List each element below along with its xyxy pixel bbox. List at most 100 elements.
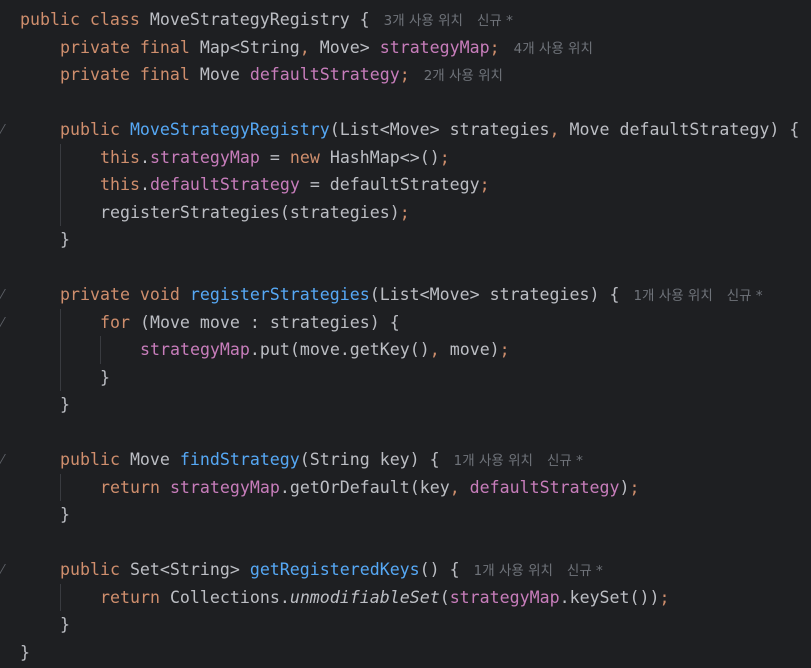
code-text: public class MoveStrategyRegistry { 3개 사용… xyxy=(20,6,513,35)
code-token: public xyxy=(60,120,130,139)
code-token: getRegisteredKeys xyxy=(249,560,420,579)
code-token: private void xyxy=(60,285,190,304)
code-line[interactable] xyxy=(0,419,811,446)
code-token: defaultStrategy xyxy=(149,175,300,194)
code-token: } xyxy=(20,642,30,662)
code-text: } xyxy=(100,364,110,391)
code-token: MoveStrategyRegistry { xyxy=(149,10,370,29)
new-author-hint[interactable]: 신규 * xyxy=(477,13,513,29)
code-line[interactable]: public Move findStrategy(String key) { 1개… xyxy=(0,446,811,473)
code-line[interactable]: public MoveStrategyRegistry(List<Move> s… xyxy=(0,116,811,143)
code-line[interactable]: return Collections.unmodifiableSet(strat… xyxy=(0,584,811,611)
code-token: ; xyxy=(399,202,410,222)
usages-hint[interactable]: 1개 사용 위치 신규 * xyxy=(633,288,762,304)
change-marker-icon xyxy=(0,289,11,299)
code-token: MoveStrategyRegistry xyxy=(129,120,330,139)
code-token: move) xyxy=(449,340,500,359)
usage-count-link[interactable]: 4개 사용 위치 xyxy=(514,41,593,57)
change-marker-icon xyxy=(0,124,11,134)
code-token: findStrategy xyxy=(179,450,300,469)
code-token: public xyxy=(60,560,130,579)
code-token: (Move move : strategies) { xyxy=(139,312,400,332)
code-text: this.defaultStrategy = defaultStrategy; xyxy=(100,171,490,198)
code-token: } xyxy=(60,505,70,524)
code-token: } xyxy=(100,367,110,387)
code-token: strategyMap xyxy=(449,587,560,607)
usages-hint[interactable]: 1개 사용 위치 신규 * xyxy=(474,563,603,579)
code-token: ; xyxy=(439,147,450,167)
change-marker-icon xyxy=(0,316,11,327)
code-editor[interactable]: public class MoveStrategyRegistry { 3개 사용… xyxy=(0,0,811,668)
code-token: this xyxy=(100,175,140,194)
code-line[interactable]: private void registerStrategies(List<Mov… xyxy=(0,281,811,308)
code-token: , xyxy=(429,340,450,359)
usage-count-link[interactable]: 1개 사용 위치 xyxy=(454,453,533,469)
usages-hint[interactable]: 2개 사용 위치 xyxy=(424,68,503,84)
code-token: .getOrDefault(key xyxy=(279,477,450,497)
code-token: = xyxy=(259,147,290,167)
code-line[interactable]: } xyxy=(0,364,811,391)
code-line[interactable] xyxy=(0,254,811,281)
code-line[interactable]: for (Move move : strategies) { xyxy=(0,309,811,336)
code-line[interactable]: this.defaultStrategy = defaultStrategy; xyxy=(0,171,811,198)
code-token: .put(move.getKey() xyxy=(249,340,430,359)
code-token: (String key) { xyxy=(299,450,440,469)
code-token: } xyxy=(60,230,70,249)
code-token: public xyxy=(60,450,130,469)
code-token: Move xyxy=(129,450,180,469)
code-text: return strategyMap.getOrDefault(key, def… xyxy=(100,474,640,501)
code-token: ; xyxy=(399,65,410,84)
code-token: (List<Move> strategies xyxy=(329,120,550,139)
code-token: Move> xyxy=(319,37,380,57)
code-token: for xyxy=(100,312,140,332)
code-line[interactable]: registerStrategies(strategies); xyxy=(0,199,811,226)
new-author-hint[interactable]: 신규 * xyxy=(727,288,763,304)
code-line[interactable]: strategyMap.put(move.getKey(), move); xyxy=(0,336,811,363)
code-line[interactable]: } xyxy=(0,391,811,418)
code-token: ; xyxy=(479,175,490,194)
code-text: return Collections.unmodifiableSet(strat… xyxy=(100,584,670,611)
code-token: Move xyxy=(199,65,250,84)
code-token: Collections. xyxy=(169,587,290,607)
code-text: public MoveStrategyRegistry(List<Move> s… xyxy=(60,116,799,143)
code-token: . xyxy=(139,147,150,167)
code-token: registerStrategies xyxy=(189,285,370,304)
usage-count-link[interactable]: 2개 사용 위치 xyxy=(424,68,503,84)
code-line[interactable]: public class MoveStrategyRegistry { 3개 사용… xyxy=(0,6,811,33)
code-token: , xyxy=(549,120,570,139)
usages-hint[interactable]: 4개 사용 위치 xyxy=(514,41,593,57)
code-line[interactable]: } xyxy=(0,501,811,528)
code-line[interactable]: } xyxy=(0,611,811,638)
code-token: this xyxy=(100,147,140,167)
code-line[interactable]: } xyxy=(0,226,811,253)
usage-count-link[interactable]: 1개 사용 위치 xyxy=(633,288,712,304)
code-line[interactable]: public Set<String> getRegisteredKeys() {… xyxy=(0,556,811,583)
code-token: . xyxy=(139,175,150,194)
code-line[interactable]: private final Move defaultStrategy; 2개 사용… xyxy=(0,61,811,88)
code-token: Move defaultStrategy) { xyxy=(569,120,800,139)
code-token: registerStrategies(strategies) xyxy=(100,202,400,222)
code-token: Set<String> xyxy=(129,560,250,579)
code-line[interactable]: private final Map<String, Move> strategy… xyxy=(0,34,811,61)
code-text: } xyxy=(60,611,70,638)
code-line[interactable]: } xyxy=(0,639,811,666)
usage-count-link[interactable]: 3개 사용 위치 xyxy=(384,13,463,29)
code-text: private void registerStrategies(List<Mov… xyxy=(60,281,763,310)
code-text: public Move findStrategy(String key) { 1개… xyxy=(60,446,583,475)
usage-count-link[interactable]: 1개 사용 위치 xyxy=(474,563,553,579)
code-token: public class xyxy=(20,10,150,29)
code-token: ; xyxy=(629,477,640,497)
code-token: private final xyxy=(60,65,200,84)
code-line[interactable]: return strategyMap.getOrDefault(key, def… xyxy=(0,474,811,501)
code-token: ) xyxy=(619,477,630,497)
new-author-hint[interactable]: 신규 * xyxy=(567,563,603,579)
new-author-hint[interactable]: 신규 * xyxy=(547,453,583,469)
change-marker-icon xyxy=(0,454,11,464)
usages-hint[interactable]: 3개 사용 위치 신규 * xyxy=(384,13,513,29)
usages-hint[interactable]: 1개 사용 위치 신규 * xyxy=(454,453,583,469)
code-line[interactable]: this.strategyMap = new HashMap<>(); xyxy=(0,144,811,171)
code-token: HashMap<>() xyxy=(329,147,440,167)
code-line[interactable] xyxy=(0,89,811,116)
code-line[interactable] xyxy=(0,529,811,556)
code-token: ; xyxy=(489,37,500,57)
